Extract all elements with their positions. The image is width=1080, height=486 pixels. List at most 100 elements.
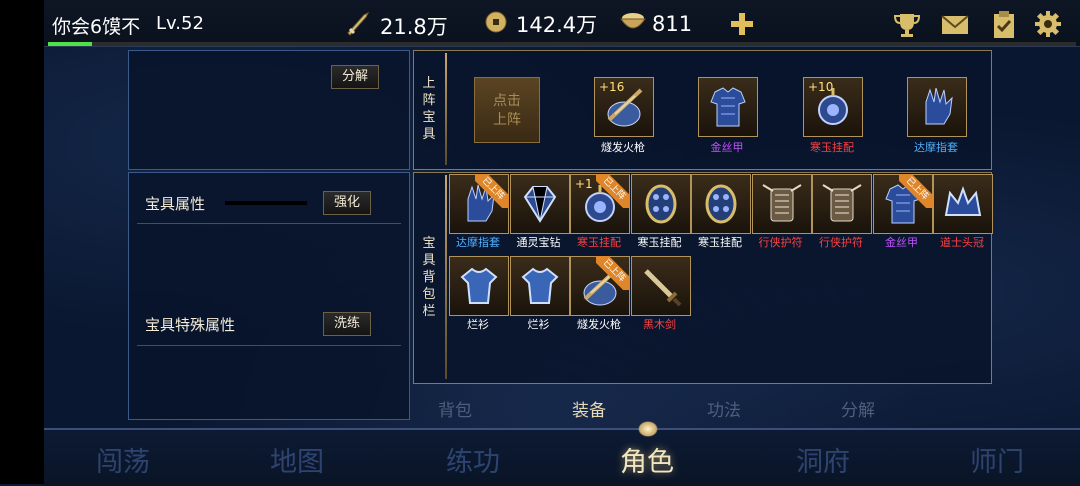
treasure-slot[interactable] (509, 256, 570, 316)
sword-icon (638, 263, 684, 313)
treasure-attributes-panel: 宝具属性 强化 宝具特殊属性 洗练 (128, 172, 410, 420)
treasure-slot[interactable] (509, 174, 570, 234)
treasure-name: 寒玉挂配 (698, 236, 742, 249)
experience-bar-fill (48, 42, 92, 46)
equipped-divider (445, 53, 447, 165)
shirt-icon (517, 263, 563, 313)
treasure-slot[interactable]: +16 (594, 77, 654, 137)
equipped-tag: 已上阵 (596, 174, 630, 208)
treasure-slot[interactable] (630, 256, 691, 316)
treasure-slot[interactable] (630, 174, 691, 234)
empty-slot-text: 上阵 (493, 112, 521, 128)
treasure-name: 寒玉挂配 (637, 236, 682, 249)
attr-progress-bar (225, 201, 307, 205)
food-bowl-icon (618, 9, 648, 38)
gem-icon (517, 181, 563, 231)
armor-icon (705, 84, 751, 134)
treasure-name: 烂衫 (467, 318, 489, 331)
add-resource-plus-icon[interactable] (728, 10, 756, 38)
treasure-slot[interactable] (691, 174, 751, 234)
bag-label-char: 包 (422, 287, 436, 302)
subtab-decompose[interactable]: 分解 (841, 396, 875, 421)
treasure-name: 金丝甲 (710, 141, 744, 154)
treasure-slot[interactable]: 已上阵 (570, 256, 630, 316)
treasure-name: 黑木剑 (643, 318, 676, 331)
treasure-name: 道士头冠 (940, 236, 984, 249)
attr-divider (137, 223, 401, 224)
treasure-attr-label: 宝具属性 (145, 195, 206, 213)
treasure-slot[interactable] (698, 77, 758, 137)
equipped-treasures-panel: 上 阵 宝 具 点击 上阵 +16 燧发火枪 金丝甲 +10 寒玉挂配 达摩指套 (413, 50, 992, 170)
treasure-slot[interactable]: 已上阵 (449, 174, 509, 234)
treasure-name: 通灵宝钻 (516, 236, 561, 249)
food-stat: 811 (618, 9, 692, 38)
enhance-level: +16 (599, 80, 625, 94)
enhance-level: +1 (575, 177, 593, 191)
equipped-label-char: 具 (422, 127, 436, 142)
decompose-button[interactable]: 分解 (331, 65, 380, 89)
active-nav-glow (638, 421, 658, 437)
bag-vertical-label: 宝 具 背 包 栏 (414, 235, 444, 320)
treasure-slot[interactable] (812, 174, 872, 234)
nav-cave-residence[interactable]: 洞府 (796, 440, 850, 479)
equipped-ribbon: 已上阵 (596, 174, 630, 208)
enhance-button[interactable]: 强化 (323, 191, 372, 215)
bag-label-char: 背 (422, 270, 436, 285)
player-level: Lv.52 (156, 13, 204, 34)
treasure-slot[interactable]: +1 已上阵 (570, 174, 630, 234)
nav-character[interactable]: 角色 (620, 440, 674, 479)
amulet-icon (759, 181, 805, 231)
equipped-ribbon: 已上阵 (898, 174, 933, 208)
treasure-name: 行侠护符 (819, 236, 863, 249)
treasure-name: 达摩指套 (914, 141, 958, 154)
nav-training[interactable]: 练功 (446, 440, 500, 479)
subtab-bag[interactable]: 背包 (438, 396, 472, 421)
treasure-slot[interactable] (751, 174, 812, 234)
crown-icon (940, 181, 986, 231)
treasure-slot[interactable] (907, 77, 967, 137)
subtab-skills[interactable]: 功法 (707, 396, 741, 421)
treasure-slot[interactable]: +10 (803, 77, 863, 137)
equipped-vertical-label: 上 阵 宝 具 (414, 75, 444, 143)
top-bar: 你会6馍不 Lv.52 21.8万 142.4万 811 (44, 0, 1080, 47)
bag-grid: 已上阵 达摩指套 通灵宝钻 +1 已上阵 寒玉挂配 寒玉挂配 寒玉挂配 行侠护符 行侠护符 已上阵金… (447, 172, 993, 382)
treasure-name: 寒玉挂配 (577, 236, 621, 249)
nav-sect[interactable]: 师门 (970, 440, 1024, 479)
empty-slot-text: 点击 (493, 93, 521, 109)
mail-icon[interactable] (940, 10, 969, 38)
food-value: 811 (652, 11, 693, 36)
coins-value: 142.4万 (516, 13, 598, 37)
treasure-slot[interactable] (449, 256, 509, 316)
equipped-ribbon: 已上阵 (596, 256, 630, 290)
treasure-name: 寒玉挂配 (810, 141, 854, 154)
subtab-equipment[interactable]: 装备 (572, 396, 606, 421)
amulet-icon (819, 181, 865, 231)
treasure-preview-panel: 分解 (128, 50, 410, 170)
trophy-icon[interactable] (892, 10, 921, 38)
experience-bar (48, 42, 1076, 46)
treasure-slot[interactable]: 已上阵 (872, 174, 933, 234)
player-name[interactable]: 你会6馍不 (52, 12, 140, 39)
equipped-tag: 已上阵 (898, 174, 933, 208)
left-black-bar (0, 0, 44, 484)
equipped-ribbon: 已上阵 (475, 174, 509, 208)
coin-icon (484, 10, 508, 39)
jade-icon (698, 181, 744, 231)
nav-adventure[interactable]: 闯荡 (96, 440, 150, 479)
treasure-name: 达摩指套 (456, 236, 500, 249)
refine-button[interactable]: 洗练 (323, 312, 372, 336)
treasure-special-attr-label: 宝具特殊属性 (145, 316, 236, 334)
settings-gear-icon[interactable] (1034, 10, 1062, 38)
treasure-slot[interactable] (933, 174, 993, 234)
empty-equip-slot[interactable]: 点击 上阵 (474, 77, 540, 143)
equipped-label-char: 宝 (422, 110, 436, 125)
glove-icon (914, 84, 960, 134)
jade-icon (638, 181, 684, 231)
treasure-name: 燧发火枪 (601, 141, 645, 154)
power-stat: 21.8万 (344, 9, 448, 42)
equipped-label-char: 阵 (422, 93, 436, 108)
treasure-name: 行侠护符 (758, 236, 803, 249)
task-clipboard-icon[interactable] (990, 10, 1018, 38)
equipped-tag: 已上阵 (596, 256, 630, 290)
nav-map[interactable]: 地图 (270, 440, 324, 479)
